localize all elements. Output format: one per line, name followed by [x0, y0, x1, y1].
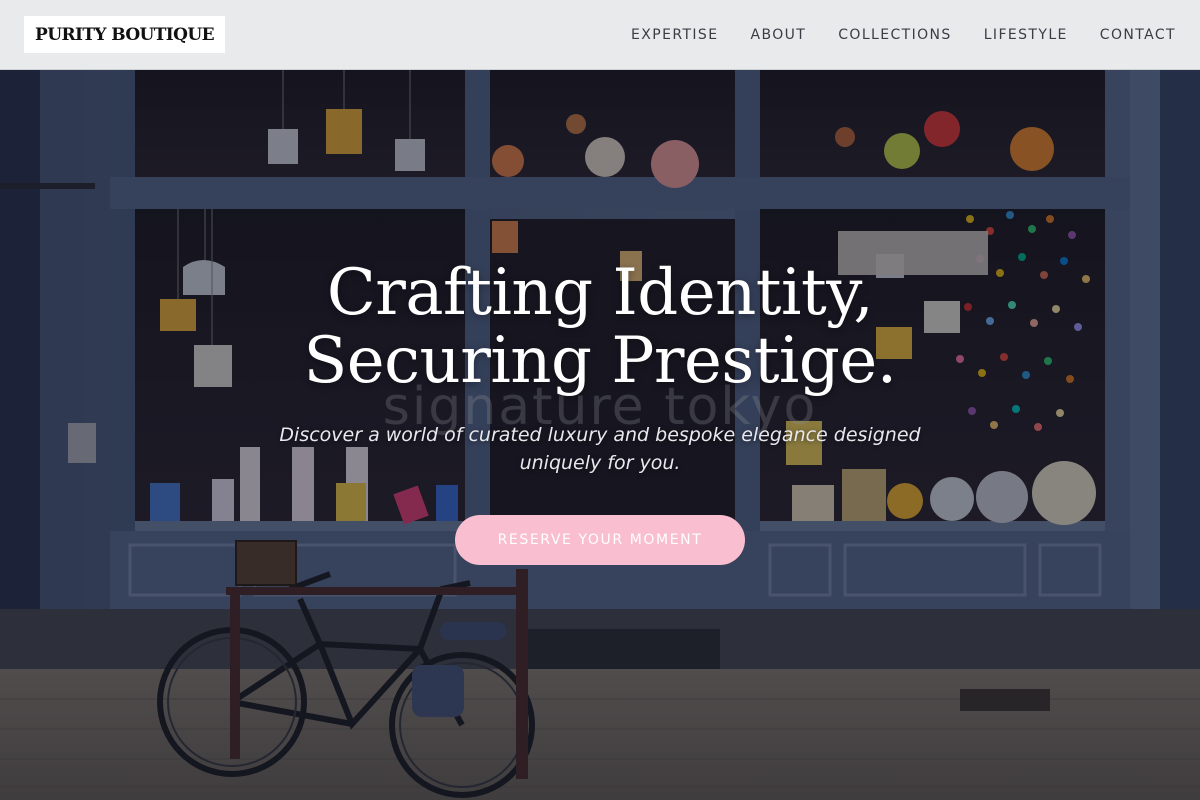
reserve-button[interactable]: RESERVE YOUR MOMENT — [455, 515, 745, 565]
hero-section: signature tokyo Crafting Identity, Secur… — [0, 69, 1200, 800]
nav-item-collections[interactable]: COLLECTIONS — [838, 27, 951, 43]
nav-item-lifestyle[interactable]: LIFESTYLE — [984, 27, 1068, 43]
hero-title-line-1: Crafting Identity, — [326, 256, 874, 330]
page: PURITY BOUTIQUE EXPERTISE ABOUT COLLECTI… — [0, 0, 1200, 800]
hero-content: Crafting Identity, Securing Prestige. Di… — [0, 259, 1200, 565]
main-nav: EXPERTISE ABOUT COLLECTIONS LIFESTYLE CO… — [631, 0, 1176, 69]
nav-item-contact[interactable]: CONTACT — [1100, 27, 1176, 43]
site-header: PURITY BOUTIQUE EXPERTISE ABOUT COLLECTI… — [0, 0, 1200, 70]
hero-title: Crafting Identity, Securing Prestige. — [0, 259, 1200, 395]
hero-subtitle: Discover a world of curated luxury and b… — [279, 424, 921, 474]
nav-item-expertise[interactable]: EXPERTISE — [631, 27, 718, 43]
logo[interactable]: PURITY BOUTIQUE — [24, 16, 225, 53]
hero-title-line-2: Securing Prestige. — [303, 324, 897, 398]
nav-item-about[interactable]: ABOUT — [750, 27, 806, 43]
